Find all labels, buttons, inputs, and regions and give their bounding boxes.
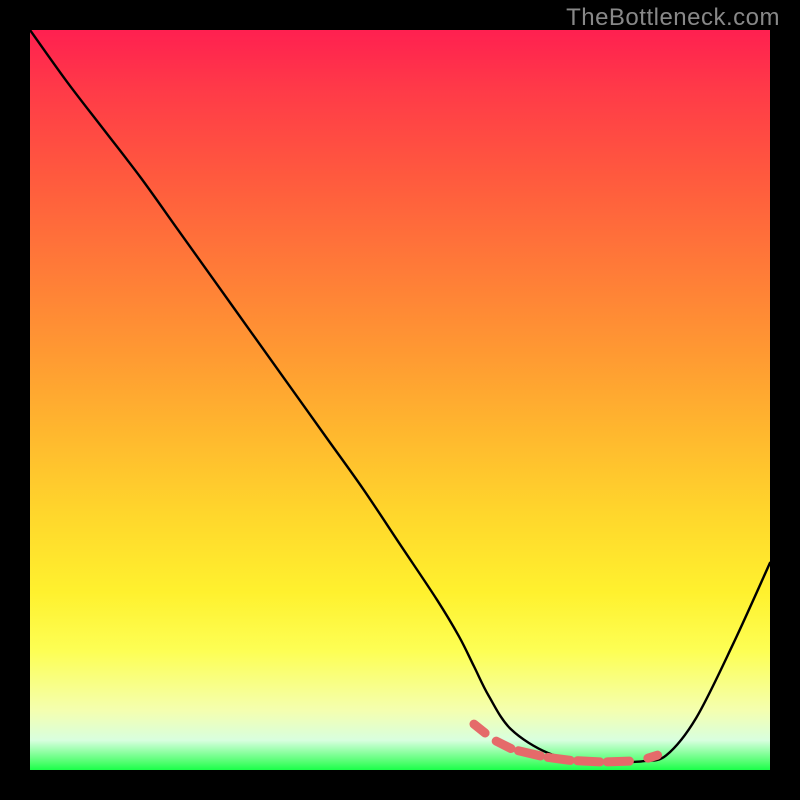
highlight-dash [518,751,540,756]
bottleneck-curve [30,30,770,762]
watermark-text: TheBottleneck.com [566,4,780,32]
chart-frame: TheBottleneck.com [0,0,800,800]
highlight-dash [607,761,629,762]
highlight-dash [578,761,600,762]
highlight-dash [474,724,485,733]
plot-area [30,30,770,770]
highlight-dash [648,755,658,758]
highlight-dash [496,741,511,748]
highlight-dash [548,757,570,760]
valley-highlight [474,724,658,762]
curve-svg [30,30,770,770]
